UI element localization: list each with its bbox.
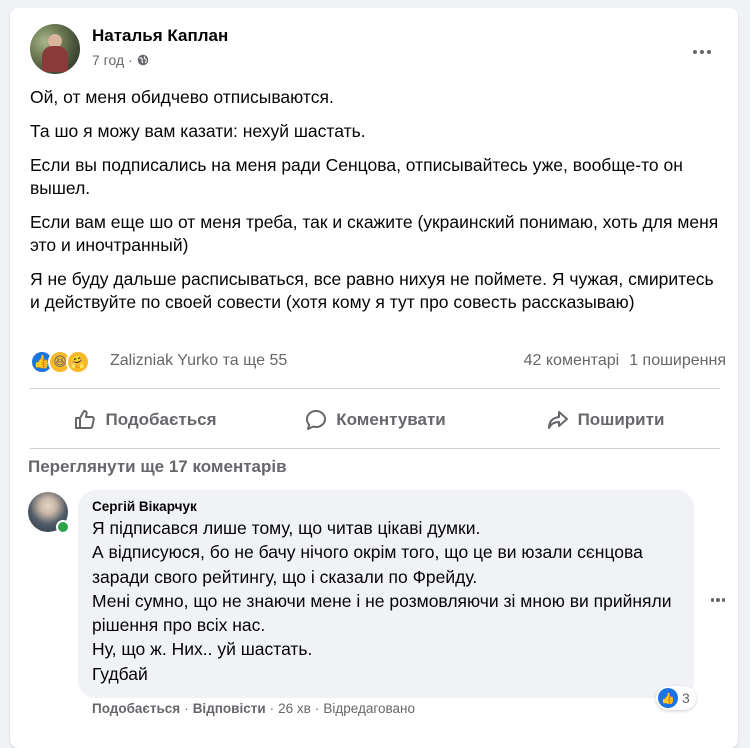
thumbs-up-icon <box>75 410 96 429</box>
post-paragraph: Ой, от меня обидчево отписываются. <box>30 87 334 107</box>
like-label: Подобається <box>105 410 217 429</box>
post-paragraph: Я не буду дальше расписываться, все равн… <box>30 269 714 312</box>
comment-edited-label[interactable]: Відредаговано <box>323 701 415 716</box>
share-icon <box>547 411 568 429</box>
care-reaction-icon: 🤗 <box>66 350 90 374</box>
globe-icon <box>137 54 149 66</box>
post-time[interactable]: 7 год <box>92 52 124 68</box>
comment-reply-button[interactable]: Відповісти <box>193 701 266 716</box>
post-actions: Подобається Коментувати Поширити <box>30 398 720 442</box>
author-name[interactable]: Наталья Каплан <box>92 26 228 46</box>
comment-reactions[interactable]: 👍 3 <box>656 686 696 710</box>
divider <box>30 388 720 389</box>
post-body: Ой, от меня обидчево отписываются. Та шо… <box>30 86 720 325</box>
share-button[interactable]: Поширити <box>490 398 720 442</box>
comment-time[interactable]: 26 хв <box>278 701 311 716</box>
comment-line: Я підписався лише тому, що читав цікаві … <box>92 518 481 538</box>
post-meta: 7 год · <box>92 52 149 68</box>
comment-bubble: Сергій Вікарчук Я підписався лише тому, … <box>78 490 694 698</box>
reaction-summary[interactable]: Zalizniak Yurko та ще 55 <box>110 352 287 370</box>
comment-author[interactable]: Сергій Вікарчук <box>92 499 680 514</box>
shares-count[interactable]: 1 поширення <box>629 352 726 370</box>
more-icon <box>710 598 715 602</box>
post-options-button[interactable] <box>684 34 720 70</box>
comment-line: Мені сумно, що не знаючи мене і не розмо… <box>92 590 672 636</box>
comment-line: А відписуюся, бо не бачу нічого окрім то… <box>92 542 643 587</box>
online-status-indicator <box>56 520 70 534</box>
divider <box>30 448 720 449</box>
post-stats: 👍 😆 🤗 Zalizniak Yurko та ще 55 42 комент… <box>30 349 730 377</box>
comment-line: Гудбай <box>92 663 148 684</box>
more-icon <box>693 50 697 54</box>
comment-options-button[interactable] <box>708 590 728 610</box>
comment-button[interactable]: Коментувати <box>260 398 490 442</box>
post-paragraph: Если вам еще шо от меня треба, так и ска… <box>30 212 719 255</box>
comment-footer: Подобається · Відповісти · 26 хв · Відре… <box>92 701 415 716</box>
like-reaction-icon: 👍 <box>658 688 678 708</box>
reaction-icons[interactable]: 👍 😆 🤗 <box>30 350 90 374</box>
comment-like-button[interactable]: Подобається <box>92 701 180 716</box>
comment-text: Я підписався лише тому, що читав цікаві … <box>92 516 680 686</box>
author-avatar[interactable] <box>30 24 80 74</box>
post-paragraph: Если вы подписались на меня ради Сенцова… <box>30 155 683 198</box>
comment-reaction-count: 3 <box>682 690 690 706</box>
like-button[interactable]: Подобається <box>30 398 260 442</box>
comment-line: Ну, що ж. Них.. уй шастать. <box>92 639 313 660</box>
view-more-comments-link[interactable]: Переглянути ще 17 коментарів <box>28 457 287 477</box>
post-card: Наталья Каплан 7 год · Ой, от меня обидч… <box>10 8 738 748</box>
comment-icon <box>306 410 327 430</box>
post-header: Наталья Каплан 7 год · <box>30 24 720 76</box>
share-label: Поширити <box>577 410 665 429</box>
comments-count[interactable]: 42 коментарі <box>524 352 620 370</box>
post-paragraph: Та шо я можу вам казати: нехуй шастать. <box>30 121 366 141</box>
comment-label: Коментувати <box>336 410 446 429</box>
